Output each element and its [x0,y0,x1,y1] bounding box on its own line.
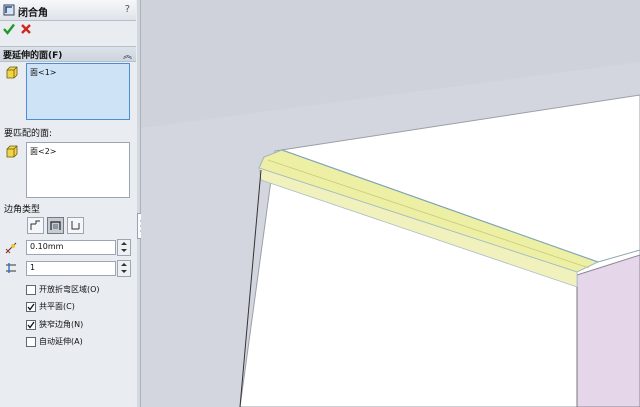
faces-to-extend-header[interactable]: 要延伸的面(F) ︽ [0,46,136,62]
faces-to-match-list[interactable]: 面<2> [26,142,130,198]
open-bend-region-checkbox[interactable] [26,285,36,295]
closed-corner-feature-icon [3,4,15,16]
overlap-ratio-value: 1 [30,263,36,272]
coplanar-checkbox[interactable] [26,302,36,312]
underlap-corner-icon[interactable] [67,217,84,234]
ok-check-icon[interactable] [2,22,16,36]
coplanar-label: 共平面(C) [39,302,75,311]
gap-distance-icon [5,242,17,254]
panel-title-bar: 闭合角 ? [0,0,136,21]
gap-distance-value: 0.10mm [30,242,64,251]
open-bend-region-label: 开放折弯区域(O) [39,285,100,294]
auto-propagation-label: 自动延伸(A) [39,337,83,346]
gap-distance-input[interactable]: 0.10mm [26,240,116,255]
cancel-x-icon[interactable] [19,22,33,36]
sheet-metal-model[interactable] [141,0,640,407]
panel-title: 闭合角 [18,8,48,19]
faces-to-extend-list[interactable]: 面<1> [26,63,130,120]
list-item[interactable]: 面<1> [30,67,57,78]
narrow-corner-checkbox[interactable] [26,320,36,330]
collapse-chevron-icon[interactable]: ︽ [123,48,132,61]
overlap-ratio-icon [6,263,16,273]
face-selection-icon [6,66,18,79]
narrow-corner-label: 狭窄边角(N) [39,320,84,329]
side-face[interactable] [576,254,640,407]
list-item[interactable]: 面<2> [30,146,57,157]
face-selection-icon [6,145,18,158]
auto-propagation-checkbox[interactable] [26,337,36,347]
help-icon[interactable]: ? [125,4,130,15]
graphics-viewport[interactable] [141,0,640,407]
overlap-corner-icon[interactable] [47,217,64,234]
faces-to-match-label: 要匹配的面: [4,129,53,139]
butt-corner-icon[interactable] [27,217,44,234]
gap-distance-spinner[interactable] [117,239,131,256]
overlap-ratio-spinner[interactable] [117,260,131,277]
overlap-ratio-input[interactable]: 1 [26,261,116,276]
property-manager-panel: 闭合角 ? 要延伸的面(F) ︽ 面<1> 要匹配的面: 面<2> 边角类型 0… [0,0,138,407]
corner-type-label: 边角类型 [4,205,41,215]
faces-to-extend-title: 要延伸的面(F) [3,51,63,61]
